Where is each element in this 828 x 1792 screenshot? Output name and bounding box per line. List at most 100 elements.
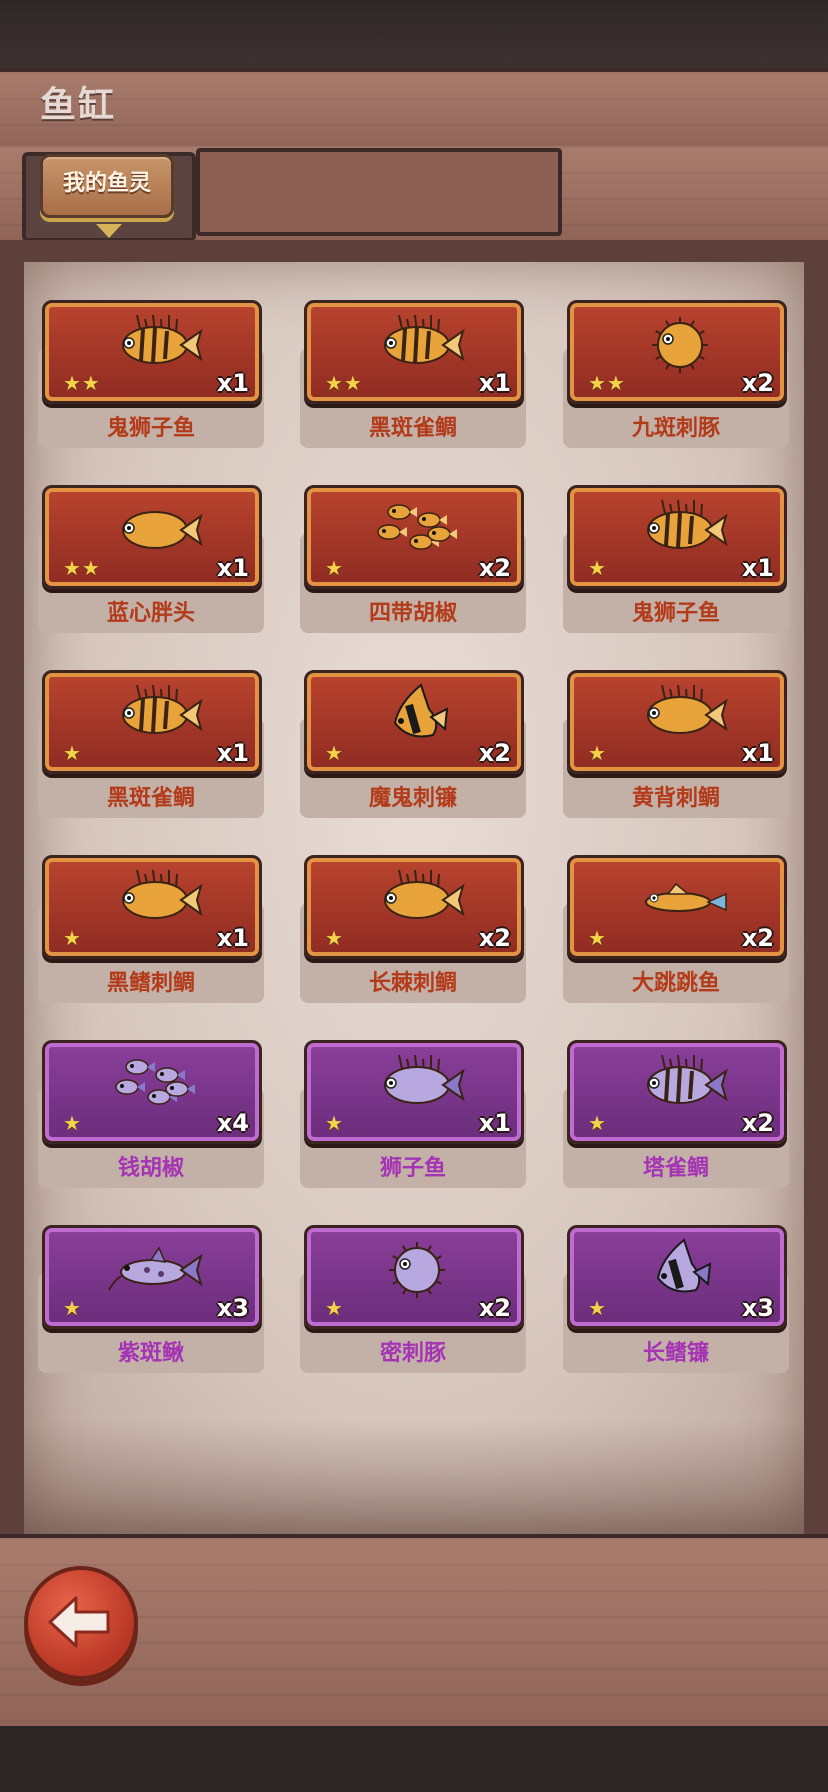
fish-quantity: x3 — [741, 1294, 774, 1322]
fish-card[interactable]: ★ x1 黑斑雀鲷 — [38, 670, 264, 820]
fish-quantity: x3 — [216, 1294, 249, 1322]
fish-quantity: x4 — [216, 1109, 249, 1137]
round-fish-icon — [122, 511, 203, 549]
fish-school-icon — [115, 1059, 195, 1105]
fish-name: 长棘刺鲷 — [368, 971, 457, 996]
star-rating: ★ — [63, 1296, 82, 1320]
fish-quantity: x1 — [216, 369, 249, 397]
star-rating: ★ — [325, 926, 344, 950]
fish-name: 魔鬼刺镰 — [368, 786, 457, 811]
fish-card[interactable]: ★ x4 钱胡椒 — [38, 1040, 264, 1190]
star-rating: ★ — [325, 556, 344, 580]
card-face: ★ x3 — [42, 1225, 262, 1329]
fish-card[interactable]: ★★ x1 鬼狮子鱼 — [38, 300, 264, 450]
fish-name: 黄背刺鲷 — [631, 786, 720, 811]
card-face: ★ x2 — [304, 1225, 524, 1329]
fish-card[interactable]: ★ x2 大跳跳鱼 — [563, 855, 789, 1005]
fish-quantity: x2 — [478, 554, 511, 582]
star-rating: ★ — [588, 926, 607, 950]
card-face: ★ x2 — [304, 670, 524, 774]
fish-card[interactable]: ★ x1 狮子鱼 — [300, 1040, 526, 1190]
card-face: ★★ x2 — [567, 300, 787, 404]
star-rating: ★★ — [325, 371, 363, 395]
tab-my-fish-spirits[interactable]: 我的鱼灵 — [40, 154, 174, 218]
lionfish-icon — [122, 684, 203, 734]
fish-name: 蓝心胖头 — [106, 601, 195, 626]
fish-quantity: x1 — [216, 739, 249, 767]
card-face: ★ x2 — [567, 855, 787, 959]
fish-name: 紫斑鳅 — [117, 1341, 184, 1366]
pufferfish-icon — [389, 1242, 445, 1298]
status-bar-area — [0, 0, 828, 62]
mudskipper-icon — [645, 882, 727, 912]
fish-card[interactable]: ★ x2 长棘刺鲷 — [300, 855, 526, 1005]
fish-school-icon — [377, 504, 457, 550]
card-face: ★ x2 — [567, 1040, 787, 1144]
spiny-fish-icon — [384, 1054, 465, 1104]
striped-lionfish-icon — [647, 499, 728, 549]
fish-card[interactable]: ★ x2 四带胡椒 — [300, 485, 526, 635]
star-rating: ★ — [588, 741, 607, 765]
fish-name: 黑鳍刺鲷 — [106, 971, 195, 996]
spiny-fish-icon — [384, 869, 465, 919]
fish-name: 大跳跳鱼 — [631, 971, 720, 996]
moorish-idol-icon — [393, 683, 449, 738]
star-rating: ★ — [588, 1296, 607, 1320]
card-face: ★★ x1 — [42, 485, 262, 589]
fish-name: 黑斑雀鲷 — [368, 416, 457, 441]
fish-quantity: x2 — [741, 924, 774, 952]
spiny-fish-icon — [647, 684, 728, 734]
star-rating: ★ — [63, 1111, 82, 1135]
fish-quantity: x2 — [741, 369, 774, 397]
star-rating: ★ — [63, 926, 82, 950]
fish-card[interactable]: ★ x1 黑鳍刺鲷 — [38, 855, 264, 1005]
fish-quantity: x1 — [478, 1109, 511, 1137]
fish-quantity: x1 — [741, 554, 774, 582]
fish-quantity: x1 — [741, 739, 774, 767]
lionfish-icon — [384, 314, 465, 364]
star-rating: ★★ — [63, 556, 101, 580]
page-title: 鱼缸 — [40, 85, 117, 126]
back-button[interactable] — [24, 1566, 138, 1680]
fish-card[interactable]: ★★ x1 黑斑雀鲷 — [300, 300, 526, 450]
fish-card[interactable]: ★ x2 塔雀鲷 — [563, 1040, 789, 1190]
card-face: ★ x1 — [42, 855, 262, 959]
fish-card[interactable]: ★★ x1 蓝心胖头 — [38, 485, 264, 635]
fish-card[interactable]: ★★ x2 九斑刺豚 — [563, 300, 789, 450]
back-arrow-icon — [48, 1596, 110, 1648]
tab-placeholder — [196, 148, 562, 236]
fish-name: 长鳍镰 — [642, 1341, 709, 1366]
card-face: ★ x1 — [567, 670, 787, 774]
moorish-idol-icon — [656, 1238, 712, 1293]
panel-shade — [24, 1420, 804, 1534]
fish-quantity: x2 — [741, 1109, 774, 1137]
star-rating: ★ — [63, 741, 82, 765]
fish-card[interactable]: ★ x3 长鳍镰 — [563, 1225, 789, 1375]
card-face: ★ x2 — [304, 855, 524, 959]
card-face: ★ x2 — [304, 485, 524, 589]
star-rating: ★ — [325, 1296, 344, 1320]
fish-name: 密刺豚 — [379, 1341, 446, 1366]
fish-name: 四带胡椒 — [368, 601, 457, 626]
star-rating: ★ — [588, 556, 607, 580]
striped-lionfish-icon — [122, 314, 203, 364]
card-face: ★★ x1 — [304, 300, 524, 404]
card-face: ★ x1 — [304, 1040, 524, 1144]
card-face: ★ x4 — [42, 1040, 262, 1144]
bottom-bar-area — [0, 1726, 828, 1792]
catfish-icon — [108, 1246, 203, 1291]
fish-card[interactable]: ★ x2 魔鬼刺镰 — [300, 670, 526, 820]
fish-card[interactable]: ★ x1 黄背刺鲷 — [563, 670, 789, 820]
fish-name: 鬼狮子鱼 — [106, 416, 195, 441]
fish-card[interactable]: ★ x2 密刺豚 — [300, 1225, 526, 1375]
fish-quantity: x1 — [216, 554, 249, 582]
card-face: ★ x3 — [567, 1225, 787, 1329]
star-rating: ★★ — [588, 371, 626, 395]
fish-quantity: x1 — [478, 369, 511, 397]
fish-card[interactable]: ★ x3 紫斑鳅 — [38, 1225, 264, 1375]
fish-quantity: x2 — [478, 739, 511, 767]
active-tab-pointer-icon — [96, 224, 122, 238]
fish-name: 钱胡椒 — [117, 1156, 184, 1181]
fish-card[interactable]: ★ x1 鬼狮子鱼 — [563, 485, 789, 635]
lionfish-icon — [647, 1054, 728, 1104]
